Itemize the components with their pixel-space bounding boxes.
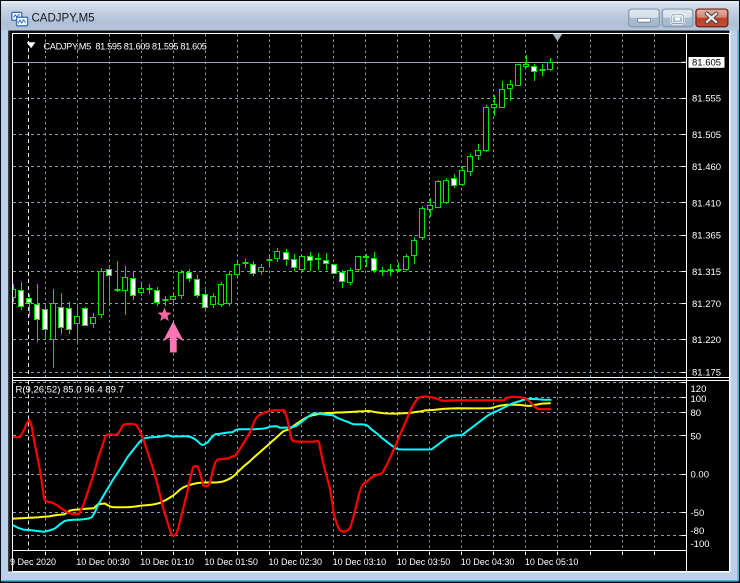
svg-text:10 Dec 01:10: 10 Dec 01:10: [140, 557, 194, 567]
svg-text:81.460: 81.460: [692, 162, 721, 173]
svg-text:9 Dec 2020: 9 Dec 2020: [10, 557, 56, 567]
svg-text:10 Dec 03:10: 10 Dec 03:10: [333, 557, 387, 567]
svg-text:10 Dec 04:30: 10 Dec 04:30: [461, 557, 515, 567]
svg-text:-80: -80: [691, 526, 705, 537]
svg-text:0.00: 0.00: [691, 470, 710, 481]
svg-text:81.270: 81.270: [692, 299, 721, 310]
svg-text:81.175: 81.175: [692, 368, 721, 379]
svg-text:100: 100: [691, 394, 707, 405]
svg-text:81.365: 81.365: [692, 231, 721, 242]
svg-text:81.505: 81.505: [692, 130, 721, 141]
svg-text:CADJPY,M5: CADJPY,M5: [32, 13, 95, 25]
svg-text:10 Dec 05:10: 10 Dec 05:10: [525, 557, 579, 567]
svg-text:81.410: 81.410: [692, 198, 721, 209]
svg-text:81.315: 81.315: [692, 267, 721, 278]
svg-text:81.605: 81.605: [692, 58, 721, 69]
svg-text:50: 50: [691, 431, 702, 442]
svg-text:81.555: 81.555: [692, 94, 721, 105]
svg-text:81.220: 81.220: [692, 335, 721, 346]
svg-text:-50: -50: [691, 508, 705, 519]
svg-text:10 Dec 03:50: 10 Dec 03:50: [397, 557, 451, 567]
svg-text:CADJPY,M5 81.595 81.609 81.59: CADJPY,M5 81.595 81.609 81.595 81.605: [44, 42, 207, 52]
svg-text:10 Dec 00:30: 10 Dec 00:30: [76, 557, 130, 567]
svg-text:R(9,26,52) 85.0 96.4 89.7: R(9,26,52) 85.0 96.4 89.7: [16, 385, 124, 396]
svg-text:10 Dec 02:30: 10 Dec 02:30: [269, 557, 323, 567]
svg-text:-100: -100: [691, 539, 710, 550]
svg-text:10 Dec 01:50: 10 Dec 01:50: [204, 557, 258, 567]
svg-text:80: 80: [691, 408, 702, 419]
